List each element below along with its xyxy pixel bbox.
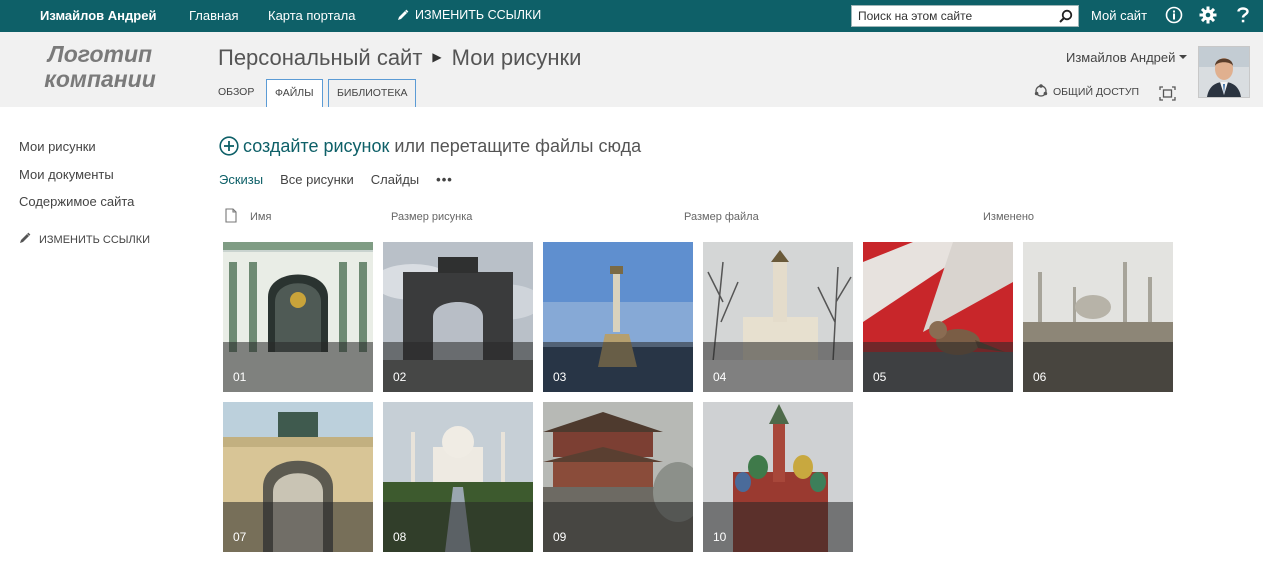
suite-bar: Измайлов Андрей Главная Карта портала ИЗ… <box>0 0 1263 32</box>
view-selector: Эскизы Все рисунки Слайды ••• <box>219 172 470 187</box>
thumbnail-label: 06 <box>1033 370 1047 384</box>
help-icon[interactable] <box>1236 6 1250 24</box>
edit-links-left-button[interactable]: ИЗМЕНИТЬ ССЫЛКИ <box>19 232 150 246</box>
info-icon[interactable] <box>1165 6 1183 24</box>
quick-launch: Мои рисунки Мои документы Содержимое сай… <box>19 139 150 246</box>
nav-item-my-documents[interactable]: Мои документы <box>19 167 150 195</box>
pencil-icon <box>20 232 31 243</box>
column-header-modified[interactable]: Изменено <box>983 211 1034 223</box>
edit-links-top-button[interactable]: ИЗМЕНИТЬ ССЫЛКИ <box>397 8 541 22</box>
edit-links-top-label: ИЗМЕНИТЬ ССЫЛКИ <box>415 8 542 22</box>
more-views-icon[interactable]: ••• <box>436 172 453 187</box>
thumbnail-caption-band <box>383 502 533 552</box>
tab-overview[interactable]: ОБЗОР <box>210 79 262 105</box>
column-header-name[interactable]: Имя <box>250 211 271 223</box>
share-button[interactable]: ОБЩИЙ ДОСТУП <box>1034 84 1139 98</box>
edit-links-left-label: ИЗМЕНИТЬ ССЫЛКИ <box>39 233 151 246</box>
avatar[interactable] <box>1198 46 1250 98</box>
thumbnail-caption-band <box>543 342 693 392</box>
nav-item-site-contents[interactable]: Содержимое сайта <box>19 194 150 222</box>
column-header-file-size[interactable]: Размер файла <box>684 211 759 223</box>
thumbnail-label: 08 <box>393 530 407 544</box>
picture-thumbnail[interactable]: 04 <box>703 242 853 392</box>
search-input[interactable] <box>852 6 1060 26</box>
picture-thumbnail[interactable]: 09 <box>543 402 693 552</box>
plus-circle-icon[interactable] <box>219 136 239 156</box>
column-header-picture-size[interactable]: Размер рисунка <box>391 211 472 223</box>
search-icon[interactable] <box>1058 9 1073 24</box>
user-menu[interactable]: Измайлов Андрей <box>1066 50 1188 65</box>
thumbnail-label: 04 <box>713 370 727 384</box>
thumbnail-label: 07 <box>233 530 247 544</box>
focus-content-icon[interactable] <box>1159 86 1176 101</box>
view-slides[interactable]: Слайды <box>371 172 419 187</box>
page-title: Мои рисунки <box>451 45 582 70</box>
thumbnail-caption-band <box>383 342 533 392</box>
share-label: ОБЩИЙ ДОСТУП <box>1053 86 1140 98</box>
pencil-icon <box>398 9 409 20</box>
user-name: Измайлов Андрей <box>1066 50 1176 65</box>
thumbnail-caption-band <box>223 342 373 392</box>
nav-item-my-pictures[interactable]: Мои рисунки <box>19 139 150 167</box>
create-picture-link[interactable]: создайте рисунок <box>243 136 389 156</box>
picture-thumbnail[interactable]: 08 <box>383 402 533 552</box>
company-logo[interactable]: Логотип компании <box>30 42 170 92</box>
picture-thumbnail[interactable]: 07 <box>223 402 373 552</box>
drag-files-text: или перетащите файлы сюда <box>389 136 642 156</box>
picture-thumbnail[interactable]: 01 <box>223 242 373 392</box>
thumbnail-caption-band <box>223 502 373 552</box>
site-header: Логотип компании Персональный сайт ▶ Мои р… <box>0 32 1263 107</box>
thumbnail-caption-band <box>703 502 853 552</box>
breadcrumb: Персональный сайт ▶ Мои рисунки <box>218 45 581 71</box>
thumbnail-caption-band <box>863 342 1013 392</box>
tab-library[interactable]: БИБЛИОТЕКА <box>328 79 417 107</box>
thumbnail-caption-band <box>1023 342 1173 392</box>
suite-user-name[interactable]: Измайлов Андрей <box>40 8 156 23</box>
thumbnail-label: 09 <box>553 530 567 544</box>
picture-thumbnail[interactable]: 10 <box>703 402 853 552</box>
nav-link-home[interactable]: Главная <box>189 8 238 23</box>
site-search-box <box>851 5 1079 27</box>
picture-thumbnail[interactable]: 06 <box>1023 242 1173 392</box>
my-site-link[interactable]: Мой сайт <box>1091 8 1147 23</box>
thumbnail-label: 01 <box>233 370 247 384</box>
document-icon[interactable] <box>225 208 237 223</box>
picture-thumbnail[interactable]: 03 <box>543 242 693 392</box>
thumbnail-label: 10 <box>713 530 727 544</box>
thumbnail-label: 02 <box>393 370 407 384</box>
breadcrumb-site-link[interactable]: Персональный сайт <box>218 45 422 70</box>
avatar-photo <box>1199 47 1249 97</box>
new-item-bar: создайте рисунок или перетащите файлы сю… <box>219 136 641 157</box>
thumbnail-caption-band <box>703 342 853 392</box>
thumbnail-label: 03 <box>553 370 567 384</box>
tab-files[interactable]: ФАЙЛЫ <box>266 79 323 107</box>
view-all-pictures[interactable]: Все рисунки <box>280 172 354 187</box>
share-icon <box>1034 84 1048 97</box>
breadcrumb-arrow-icon: ▶ <box>432 50 442 64</box>
picture-thumbnail[interactable]: 05 <box>863 242 1013 392</box>
thumbnail-caption-band <box>543 502 693 552</box>
nav-link-portal-map[interactable]: Карта портала <box>268 8 355 23</box>
chevron-down-icon <box>1179 55 1188 59</box>
logo-line-1: Логотип <box>47 41 153 67</box>
thumbnail-label: 05 <box>873 370 887 384</box>
gear-icon[interactable] <box>1199 6 1217 24</box>
picture-thumbnail[interactable]: 02 <box>383 242 533 392</box>
view-thumbnails[interactable]: Эскизы <box>219 172 263 187</box>
logo-line-2: компании <box>44 66 156 92</box>
